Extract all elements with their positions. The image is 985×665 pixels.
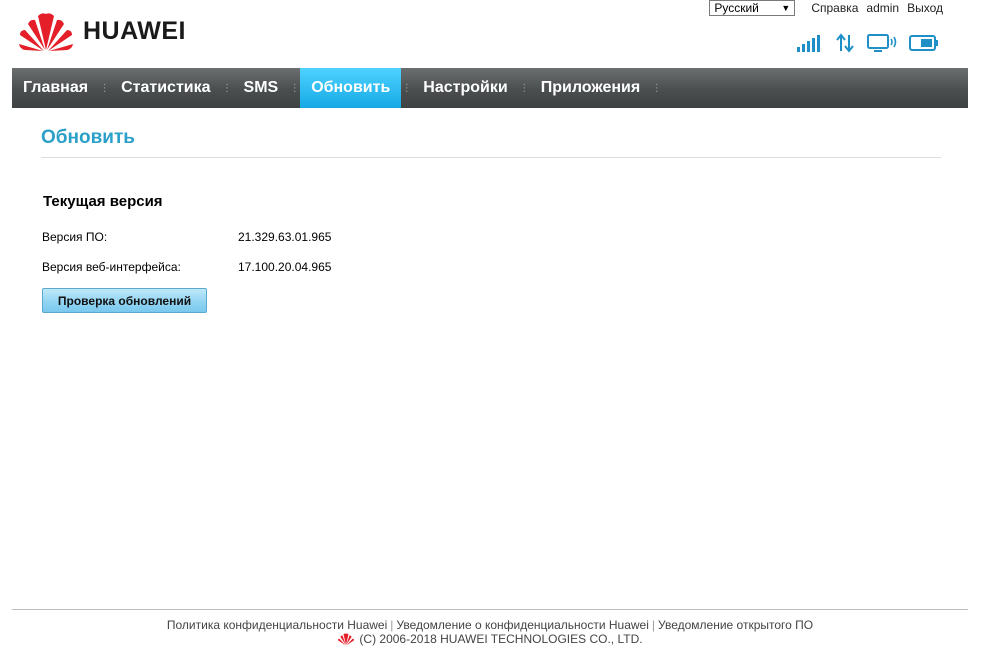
footer-separator: | (390, 618, 394, 632)
firmware-version-value: 21.329.63.01.965 (238, 230, 332, 244)
footer-links: Политика конфиденциальности Huawei | Уведо… (0, 618, 980, 632)
copyright: (C) 2006-2018 HUAWEI TECHNOLOGIES CO., L… (0, 632, 980, 646)
nav-separator: ⋮ (651, 82, 662, 94)
help-link[interactable]: Справка (811, 1, 858, 15)
chevron-down-icon: ▼ (781, 3, 791, 13)
battery-icon[interactable] (909, 34, 939, 52)
nav-item-sms[interactable]: SMS (233, 68, 290, 108)
nav-separator: ⋮ (99, 82, 110, 94)
privacy-notice-link[interactable]: Уведомление о конфиденциальности Huawei (396, 618, 648, 632)
brand-name: HUAWEI (83, 16, 186, 45)
nav-item-apps[interactable]: Приложения (530, 68, 652, 108)
data-transfer-icon[interactable] (835, 33, 855, 53)
firmware-version-label: Версия ПО: (42, 230, 108, 244)
section-title: Текущая версия (43, 193, 163, 210)
open-source-notice-link[interactable]: Уведомление открытого ПО (658, 618, 813, 632)
title-divider (41, 157, 941, 158)
webui-version-value: 17.100.20.04.965 (238, 260, 332, 274)
huawei-flower-icon (19, 13, 73, 51)
webui-version-label: Версия веб-интерфейса: (42, 260, 181, 274)
huawei-logo[interactable]: HUAWEI (17, 10, 186, 52)
privacy-policy-link[interactable]: Политика конфиденциальности Huawei (167, 618, 387, 632)
signal-strength-icon[interactable] (797, 34, 823, 52)
nav-item-home[interactable]: Главная (12, 68, 99, 108)
footer-separator: | (651, 618, 655, 632)
footer-divider (12, 609, 968, 610)
language-select[interactable]: Русский ▼ (709, 0, 796, 16)
nav-item-statistics[interactable]: Статистика (110, 68, 221, 108)
status-icons (785, 33, 939, 53)
nav-separator: ⋮ (519, 82, 530, 94)
nav-separator: ⋮ (222, 82, 233, 94)
check-updates-button[interactable]: Проверка обновлений (42, 288, 207, 313)
main-nav: Главная ⋮ Статистика ⋮ SMS ⋮ Обновить ⋮ … (12, 68, 968, 108)
connected-device-icon[interactable] (867, 33, 897, 53)
logout-link[interactable]: Выход (907, 1, 943, 15)
nav-separator: ⋮ (289, 82, 300, 94)
top-links: Русский ▼ Справка admin Выход (709, 0, 943, 16)
page-title: Обновить (41, 127, 135, 148)
nav-separator: ⋮ (401, 82, 412, 94)
nav-item-update[interactable]: Обновить (300, 68, 402, 108)
nav-item-settings[interactable]: Настройки (412, 68, 518, 108)
user-link[interactable]: admin (866, 1, 899, 15)
header: HUAWEI Русский ▼ Справка admin Выход (0, 0, 985, 68)
language-value: Русский (714, 1, 759, 15)
huawei-flower-icon (338, 633, 355, 646)
copyright-text: (C) 2006-2018 HUAWEI TECHNOLOGIES CO., L… (359, 632, 643, 646)
